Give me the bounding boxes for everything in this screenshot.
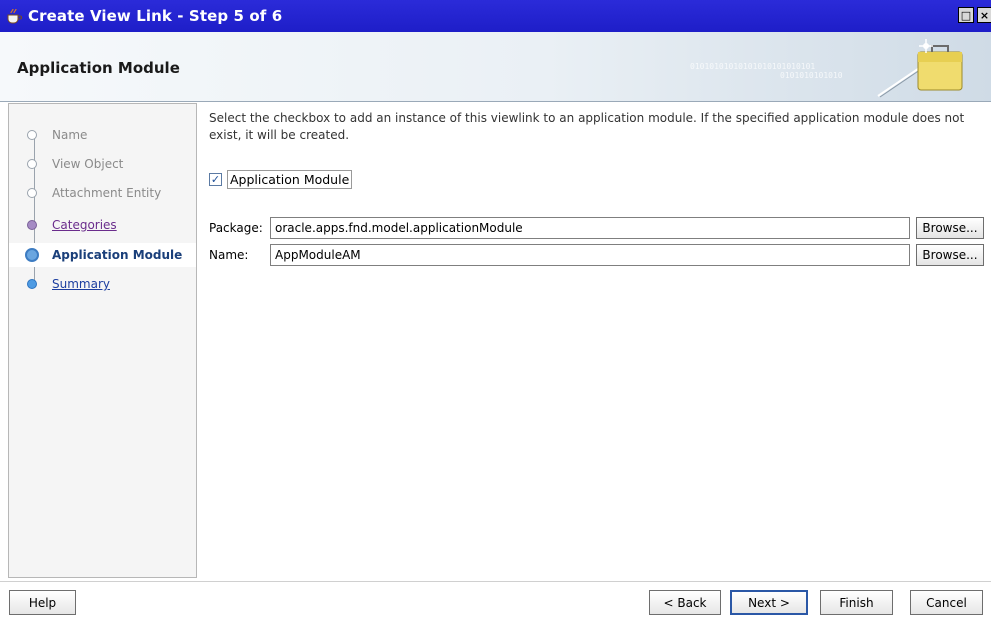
help-button[interactable]: Help (9, 590, 76, 615)
step-view-object[interactable]: View Object (9, 152, 196, 176)
step-label: Attachment Entity (52, 186, 162, 200)
step-application-module[interactable]: Application Module (9, 243, 196, 267)
package-label: Package: (209, 221, 263, 235)
step-dot-icon (27, 130, 37, 140)
window-titlebar[interactable]: Create View Link - Step 5 of 6 □ × (0, 0, 991, 32)
step-attachment-entity[interactable]: Attachment Entity (9, 181, 196, 205)
step-label: Categories (52, 218, 117, 232)
binary-text-2: 0101010101010 (780, 71, 843, 80)
binary-text-1: 01010101010101010101010101 (690, 62, 816, 71)
wizard-header: Application Module 010101010101010101010… (0, 32, 991, 102)
name-input[interactable] (270, 244, 910, 266)
restore-button[interactable]: □ (958, 7, 974, 23)
footer-divider (0, 581, 991, 582)
next-button[interactable]: Next > (730, 590, 808, 615)
step-current-icon (25, 248, 39, 262)
name-browse-button[interactable]: Browse... (916, 244, 984, 266)
binary-decoration: 01010101010101010101010101 0101010101010 (690, 62, 843, 80)
step-dot-icon (27, 220, 37, 230)
step-label: Application Module (52, 248, 183, 262)
back-button[interactable]: < Back (649, 590, 721, 615)
cancel-button[interactable]: Cancel (910, 590, 983, 615)
close-button[interactable]: × (977, 7, 991, 23)
step-summary[interactable]: Summary (9, 272, 196, 296)
name-label: Name: (209, 248, 249, 262)
window-title: Create View Link - Step 5 of 6 (28, 7, 283, 25)
application-module-checkbox-row[interactable]: ✓ Application Module (209, 168, 353, 190)
package-input[interactable] (270, 217, 910, 239)
step-dot-icon (27, 279, 37, 289)
page-title: Application Module (17, 59, 180, 77)
step-label: Name (52, 128, 88, 142)
step-label: View Object (52, 157, 124, 171)
step-categories[interactable]: Categories (9, 213, 196, 237)
briefcase-wand-icon (877, 39, 963, 98)
instructions-text: Select the checkbox to add an instance o… (209, 111, 965, 142)
application-module-checkbox-label[interactable]: Application Module (227, 169, 353, 189)
package-browse-button[interactable]: Browse... (916, 217, 984, 239)
step-label: Summary (52, 277, 110, 291)
step-dot-icon (27, 159, 37, 169)
step-dot-icon (27, 188, 37, 198)
application-module-checkbox[interactable]: ✓ (209, 172, 222, 186)
step-name[interactable]: Name (9, 123, 196, 147)
restore-icon: □ (960, 8, 972, 22)
finish-button[interactable]: Finish (820, 590, 893, 615)
wizard-steps-panel: Name View Object Attachment Entity Categ… (8, 103, 197, 578)
close-icon: × (979, 8, 990, 22)
coffee-cup-icon (4, 6, 24, 26)
